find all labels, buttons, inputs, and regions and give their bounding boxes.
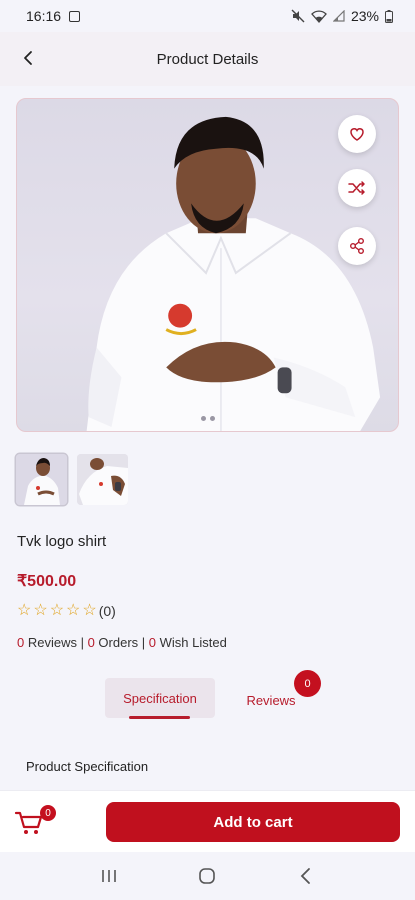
star-outline-icon: ☆ <box>33 602 48 619</box>
tab-specification[interactable]: Specification <box>105 678 215 718</box>
product-name: Tvk logo shirt <box>17 533 107 550</box>
cart-count-badge: 0 <box>40 805 56 821</box>
system-back-button[interactable] <box>291 861 321 891</box>
battery-icon <box>385 9 393 23</box>
rating-row: ☆ ☆ ☆ ☆ ☆ (0) <box>17 602 116 620</box>
status-time: 16:16 <box>26 8 62 24</box>
thumbnail-image <box>77 454 128 505</box>
status-bar: 16:16 23% <box>0 0 415 32</box>
product-price: ₹500.00 <box>17 573 77 590</box>
back-chevron-icon <box>300 868 310 884</box>
reviews-label: Reviews | <box>24 635 88 650</box>
spec-section-title: Product Specification <box>26 759 149 774</box>
heart-icon <box>350 128 364 141</box>
orders-label: Orders | <box>94 635 149 650</box>
tab-reviews[interactable]: Reviews <box>237 688 305 712</box>
back-arrow-icon <box>24 51 32 65</box>
carousel-dot[interactable] <box>209 416 215 421</box>
star-outline-icon: ☆ <box>66 602 81 619</box>
share-button[interactable] <box>338 227 376 265</box>
home-icon <box>199 868 216 884</box>
system-nav-bar <box>0 852 415 900</box>
home-button[interactable] <box>192 861 222 891</box>
back-button[interactable] <box>16 46 40 70</box>
reviews-count-badge: 0 <box>294 670 321 697</box>
status-left: 16:16 <box>26 8 81 24</box>
thumbnail-2[interactable] <box>77 454 128 505</box>
thumbnail-1[interactable] <box>16 454 67 505</box>
recent-apps-icon <box>102 870 116 882</box>
wishlist-button[interactable] <box>338 115 376 153</box>
product-image-carousel[interactable] <box>16 98 399 432</box>
wishlist-count: 0 <box>148 635 156 650</box>
thumbnail-strip <box>16 454 128 505</box>
recent-apps-button[interactable] <box>94 861 124 891</box>
rating-count: (0) <box>98 603 116 619</box>
add-to-cart-button[interactable]: Add to cart <box>106 802 400 842</box>
share-icon <box>350 238 364 254</box>
shuffle-icon <box>348 181 365 195</box>
page-title: Product Details <box>156 50 259 68</box>
wishlist-label: Wish Listed <box>156 635 227 650</box>
carousel-dots <box>200 416 215 421</box>
mute-icon <box>291 9 305 23</box>
thumbnail-image <box>16 454 67 505</box>
carousel-dot[interactable] <box>200 416 206 421</box>
app-bar: Product Details <box>0 32 415 86</box>
compare-button[interactable] <box>338 169 376 207</box>
status-right: 23% <box>291 8 393 24</box>
product-photo <box>86 116 381 431</box>
battery-percent: 23% <box>350 8 379 24</box>
star-outline-icon: ☆ <box>49 602 65 619</box>
gallery-icon <box>69 10 81 22</box>
star-outline-icon: ☆ <box>17 602 32 619</box>
active-tab-indicator <box>129 716 190 719</box>
bottom-bar: 0 Add to cart <box>0 790 415 852</box>
product-stats: 0 Reviews | 0 Orders | 0 Wish Listed <box>17 635 227 650</box>
wifi-icon <box>311 9 327 23</box>
star-outline-icon: ☆ <box>82 602 97 619</box>
orders-count: 0 <box>87 635 95 650</box>
signal-icon <box>332 10 345 22</box>
